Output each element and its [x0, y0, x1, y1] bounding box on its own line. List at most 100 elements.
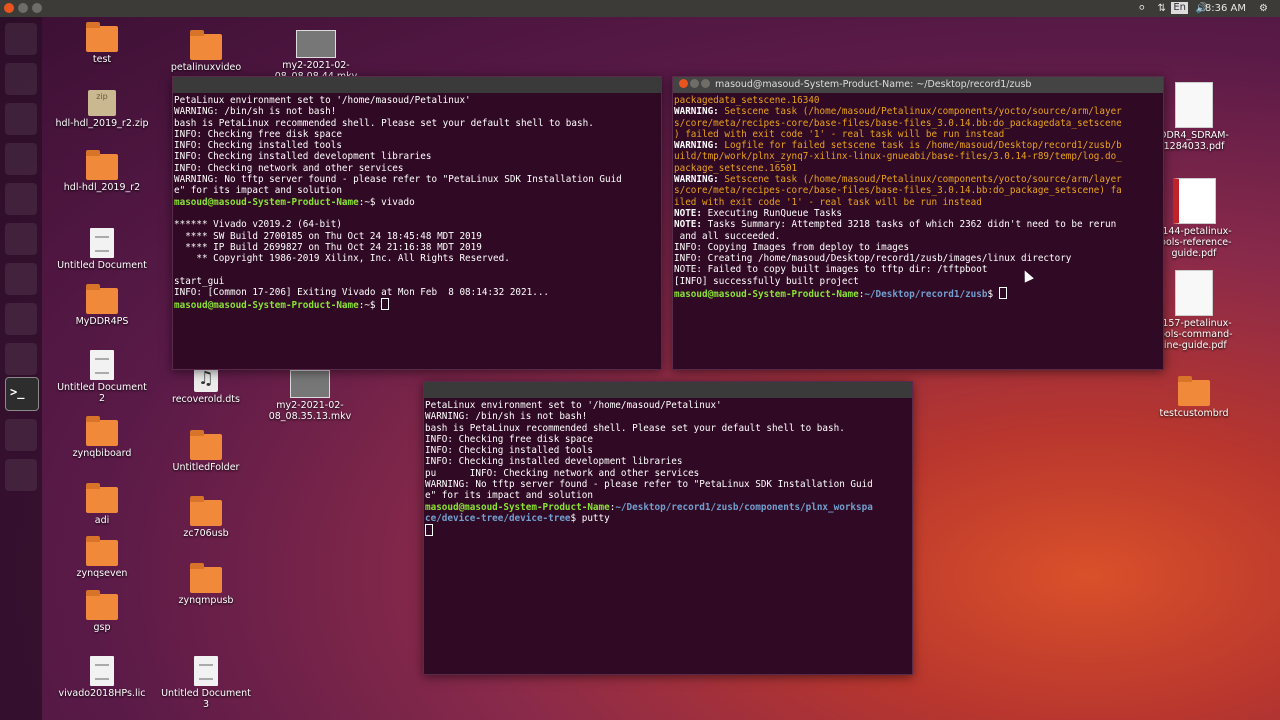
text-file-icon	[90, 656, 114, 686]
terminal-icon[interactable]: >_	[5, 377, 39, 411]
terminal-window-zusb[interactable]: masoud@masoud-System-Product-Name: ~/Des…	[672, 76, 1164, 370]
terminal-line: INFO: Checking installed development lib…	[174, 151, 661, 162]
desktop-icon[interactable]: MyDDR4PS	[54, 284, 150, 327]
terminal-window-device-tree[interactable]: PetaLinux environment set to '/home/maso…	[423, 381, 913, 675]
terminal-text: WARNING:	[674, 174, 719, 186]
desktop-icon[interactable]: zip hdl-hdl_2019_r2.zip	[54, 90, 150, 129]
terminal-titlebar[interactable]: masoud@masoud-System-Product-Name: ~/Des…	[673, 77, 1163, 93]
launcher-app-icon[interactable]	[5, 183, 37, 215]
pdf-file-icon	[1175, 270, 1213, 316]
launcher-app-icon[interactable]	[5, 143, 37, 175]
launcher-app-icon[interactable]	[5, 459, 37, 491]
folder-icon	[86, 536, 118, 566]
desktop-icon[interactable]: petalinuxvideo	[158, 30, 254, 73]
desktop-icon[interactable]: zc706usb	[158, 496, 254, 539]
amazon-icon[interactable]	[5, 303, 37, 335]
desktop-icon[interactable]: my2-2021-02-08_08.35.13.mkv	[262, 370, 358, 422]
launcher-app-icon[interactable]	[5, 419, 37, 451]
terminal-line: iled with exit code '1' - real task will…	[674, 197, 1163, 208]
terminal-text: start_gui	[174, 275, 225, 287]
desktop-icon[interactable]: ♫ recoverold.dts	[158, 366, 254, 405]
desktop-icon[interactable]: my2-2021-02-08_08.08.44.mkv	[268, 30, 364, 82]
terminal-text: :~$	[358, 300, 382, 312]
terminal-text: ** Copyright 1986-2019 Xilinx, Inc. All …	[174, 253, 510, 265]
clock[interactable]: 8:36 AM	[1205, 1, 1246, 16]
folder-icon	[86, 284, 118, 314]
desktop-icon[interactable]: zynqseven	[54, 536, 150, 579]
settings-icon[interactable]	[5, 343, 37, 375]
desktop-icon-label: gsp	[93, 622, 111, 633]
desktop-icon[interactable]: vivado2018HPs.lic	[54, 656, 150, 699]
terminal-text: $ putty	[570, 512, 610, 524]
transfer-icon[interactable]: ⇅	[1158, 1, 1166, 16]
pdf-file-icon	[1175, 82, 1213, 128]
terminal-text: [INFO] successfully built project	[674, 275, 859, 287]
terminal-line: ** Copyright 1986-2019 Xilinx, Inc. All …	[174, 253, 661, 264]
terminal-line: s/core/meta/recipes-core/base-files/base…	[674, 118, 1163, 129]
terminal-line: WARNING: /bin/sh is not bash!	[425, 411, 912, 422]
terminal-line: INFO: Copying Images from deploy to imag…	[674, 242, 1163, 253]
terminal-text: packagedata_setscene.16340	[674, 95, 820, 106]
terminal-line: masoud@masoud-System-Product-Name:~$ viv…	[174, 197, 661, 208]
launcher: >_	[0, 17, 42, 720]
text-file-icon	[90, 350, 114, 380]
desktop-icon[interactable]: Untitled Document 3	[158, 656, 254, 710]
terminal-title: masoud@masoud-System-Product-Name: ~/Des…	[715, 79, 1032, 90]
desktop-icon[interactable]: zynqmpusb	[158, 563, 254, 606]
terminal-output[interactable]: PetaLinux environment set to '/home/maso…	[173, 93, 661, 312]
desktop-icon[interactable]: hdl-hdl_2019_r2	[54, 150, 150, 193]
terminal-text: NOTE:	[674, 219, 702, 231]
launcher-app-icon[interactable]	[5, 263, 37, 295]
desktop-icon[interactable]: testcustombrd	[1146, 376, 1242, 419]
desktop-icon[interactable]: Untitled Document 2	[54, 350, 150, 404]
network-icon[interactable]: ⚪	[1138, 1, 1146, 16]
terminal-text: ) failed with exit code '1' - real task …	[674, 128, 1005, 140]
desktop-icon-label: Untitled Document 3	[161, 688, 251, 710]
terminal-window-vivado[interactable]: PetaLinux environment set to '/home/maso…	[172, 76, 662, 370]
desktop-icon-label: MyDDR4PS	[75, 316, 129, 327]
terminal-text: INFO: Checking free disk space	[425, 433, 593, 445]
keyboard-layout-indicator[interactable]: En	[1171, 2, 1188, 14]
terminal-titlebar[interactable]	[173, 77, 661, 93]
desktop-icon[interactable]: gsp	[54, 590, 150, 633]
terminal-text: e" for its impact and solution	[174, 185, 342, 197]
terminal-text: WARNING: /bin/sh is not bash!	[174, 106, 337, 118]
terminal-text: INFO: Checking free disk space	[174, 128, 342, 140]
terminal-text: ~/Desktop/record1/zusb/components/plnx_w…	[615, 501, 873, 513]
dash-icon[interactable]	[5, 23, 37, 55]
terminal-text: pu INFO: Checking network and other serv…	[425, 467, 700, 479]
minimize-icon[interactable]	[690, 79, 699, 88]
desktop-icon[interactable]: test	[54, 22, 150, 65]
desktop-icon[interactable]: zynqbiboard	[54, 416, 150, 459]
maximize-icon[interactable]	[701, 79, 710, 88]
terminal-output[interactable]: PetaLinux environment set to '/home/maso…	[424, 398, 912, 538]
maximize-window-icon[interactable]	[32, 3, 42, 13]
desktop-icon[interactable]: adi	[54, 483, 150, 526]
close-window-icon[interactable]	[4, 3, 14, 13]
terminal-text: INFO: Checking installed development lib…	[174, 151, 432, 163]
terminal-titlebar[interactable]	[424, 382, 912, 398]
terminal-line: WARNING: Setscene task (/home/masoud/Pet…	[674, 174, 1163, 185]
terminal-line: masoud@masoud-System-Product-Name:~/Desk…	[425, 502, 912, 513]
launcher-app-icon[interactable]	[5, 103, 37, 135]
launcher-app-icon[interactable]	[5, 223, 37, 255]
desktop-icon[interactable]: UntitledFolder	[158, 430, 254, 473]
desktop-icon[interactable]: Untitled Document	[54, 228, 150, 271]
minimize-window-icon[interactable]	[18, 3, 28, 13]
terminal-line: ) failed with exit code '1' - real task …	[674, 129, 1163, 140]
terminal-line: INFO: Creating /home/masoud/Desktop/reco…	[674, 253, 1163, 264]
launcher-app-icon[interactable]	[5, 63, 37, 95]
terminal-text: :~$ vivado	[358, 196, 415, 208]
terminal-line: PetaLinux environment set to '/home/maso…	[425, 400, 912, 411]
terminal-line: pu INFO: Checking network and other serv…	[425, 468, 912, 479]
terminal-line: INFO: [Common 17-206] Exiting Vivado at …	[174, 287, 661, 298]
terminal-output[interactable]: packagedata_setscene.16340 WARNING: Setsc…	[673, 93, 1163, 300]
terminal-text: s/core/meta/recipes-core/base-files/base…	[674, 185, 1122, 197]
terminal-line: bash is PetaLinux recommended shell. Ple…	[174, 118, 661, 129]
close-icon[interactable]	[679, 79, 688, 88]
terminal-text: masoud@masoud-System-Product-Name	[425, 501, 610, 513]
terminal-line: WARNING: No tftp server found - please r…	[174, 174, 661, 185]
terminal-text: INFO: Checking installed tools	[425, 445, 593, 457]
gear-icon[interactable]: ⚙	[1259, 1, 1268, 16]
